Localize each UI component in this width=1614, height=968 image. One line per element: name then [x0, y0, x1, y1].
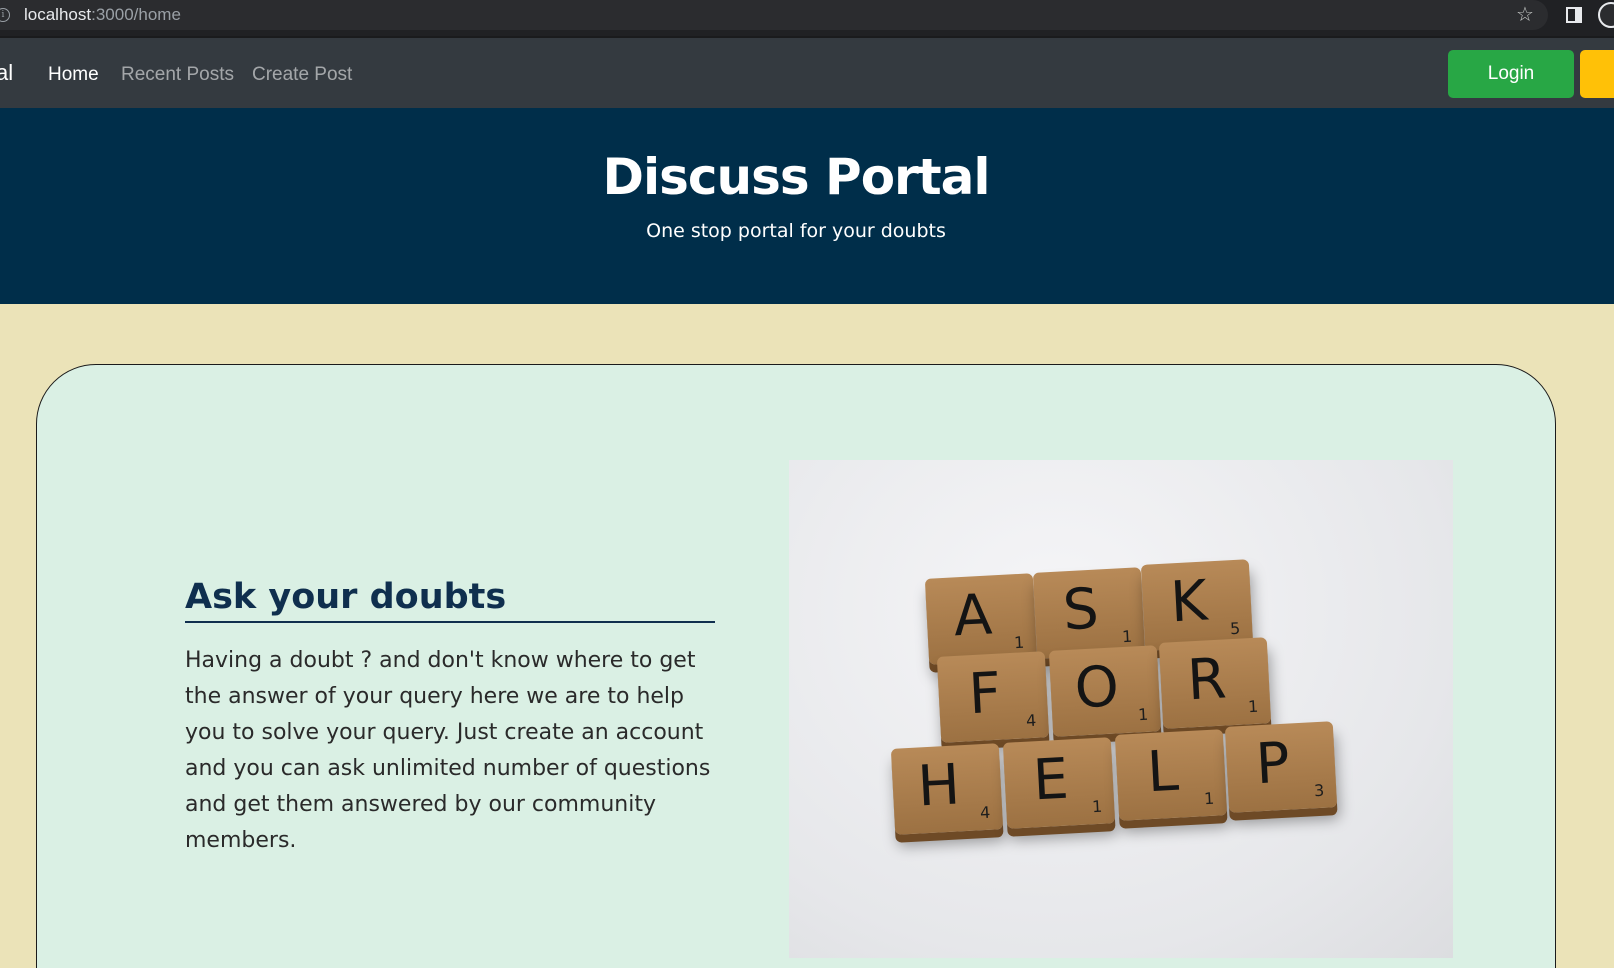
- url-path: :3000/home: [91, 5, 181, 24]
- side-panel-icon[interactable]: [1566, 7, 1582, 23]
- tile-o: O 1: [1048, 645, 1162, 737]
- tile-score: 1: [1203, 788, 1215, 809]
- tile-l: L 1: [1114, 729, 1228, 821]
- ask-for-help-image: A 1 S 1 K 5 F 4 O 1 R 1 H 4 E 1 L 1 P 3: [789, 460, 1453, 958]
- tile-score: 4: [979, 802, 991, 823]
- nav-link-recent-posts[interactable]: Recent Posts: [121, 64, 234, 86]
- info-icon[interactable]: i: [0, 8, 10, 22]
- tile-letter: E: [1031, 746, 1071, 814]
- nav-link-home[interactable]: Home: [48, 64, 99, 86]
- tile-score: 5: [1229, 618, 1241, 639]
- tile-score: 1: [1121, 626, 1133, 647]
- tile-score: 1: [1013, 632, 1025, 653]
- tile-score: 1: [1137, 704, 1149, 725]
- tile-score: 1: [1247, 696, 1259, 717]
- page-title: Discuss Portal: [602, 148, 990, 206]
- tile-score: 1: [1091, 796, 1103, 817]
- page-subtitle: One stop portal for your doubts: [646, 220, 946, 242]
- feature-card: Ask your doubts Having a doubt ? and don…: [36, 364, 1556, 968]
- tile-e: E 1: [1002, 737, 1116, 829]
- tile-r: R 1: [1158, 637, 1272, 729]
- star-icon[interactable]: ☆: [1516, 3, 1534, 25]
- tile-k: K 5: [1140, 559, 1254, 651]
- tile-letter: F: [967, 660, 1003, 728]
- url-host: localhost: [24, 5, 92, 24]
- tile-letter: R: [1185, 646, 1228, 714]
- tile-letter: L: [1145, 738, 1181, 806]
- tile-letter: O: [1073, 654, 1121, 722]
- tile-letter: A: [951, 582, 994, 650]
- address-bar[interactable]: i localhost:3000/home ☆: [0, 0, 1548, 30]
- tile-letter: K: [1168, 568, 1209, 636]
- section-title: Ask your doubts: [185, 577, 715, 623]
- browser-toolbar: i localhost:3000/home ☆: [0, 0, 1614, 36]
- tile-p: P 3: [1224, 721, 1338, 813]
- hero-banner: Discuss Portal One stop portal for your …: [0, 108, 1614, 304]
- signup-button[interactable]: [1580, 50, 1614, 98]
- profile-icon[interactable]: [1598, 2, 1614, 28]
- site-navbar: al Home Recent Posts Create Post Login: [0, 36, 1614, 108]
- scrabble-tiles: A 1 S 1 K 5 F 4 O 1 R 1 H 4 E 1 L 1 P 3: [789, 460, 1453, 958]
- tile-letter: S: [1061, 576, 1101, 644]
- tile-score: 4: [1025, 710, 1037, 731]
- url-text[interactable]: localhost:3000/home: [24, 5, 181, 25]
- tile-f: F 4: [936, 651, 1050, 743]
- section-description: Having a doubt ? and don't know where to…: [185, 648, 711, 853]
- login-button[interactable]: Login: [1448, 50, 1574, 98]
- tile-s: S 1: [1032, 567, 1146, 659]
- navbar-brand[interactable]: al: [0, 60, 13, 86]
- tile-score: 3: [1313, 780, 1325, 801]
- nav-link-create-post[interactable]: Create Post: [252, 64, 352, 86]
- tile-a: A 1: [924, 573, 1038, 665]
- tile-letter: H: [916, 752, 962, 820]
- tile-h: H 4: [890, 743, 1004, 835]
- tile-letter: P: [1254, 730, 1292, 798]
